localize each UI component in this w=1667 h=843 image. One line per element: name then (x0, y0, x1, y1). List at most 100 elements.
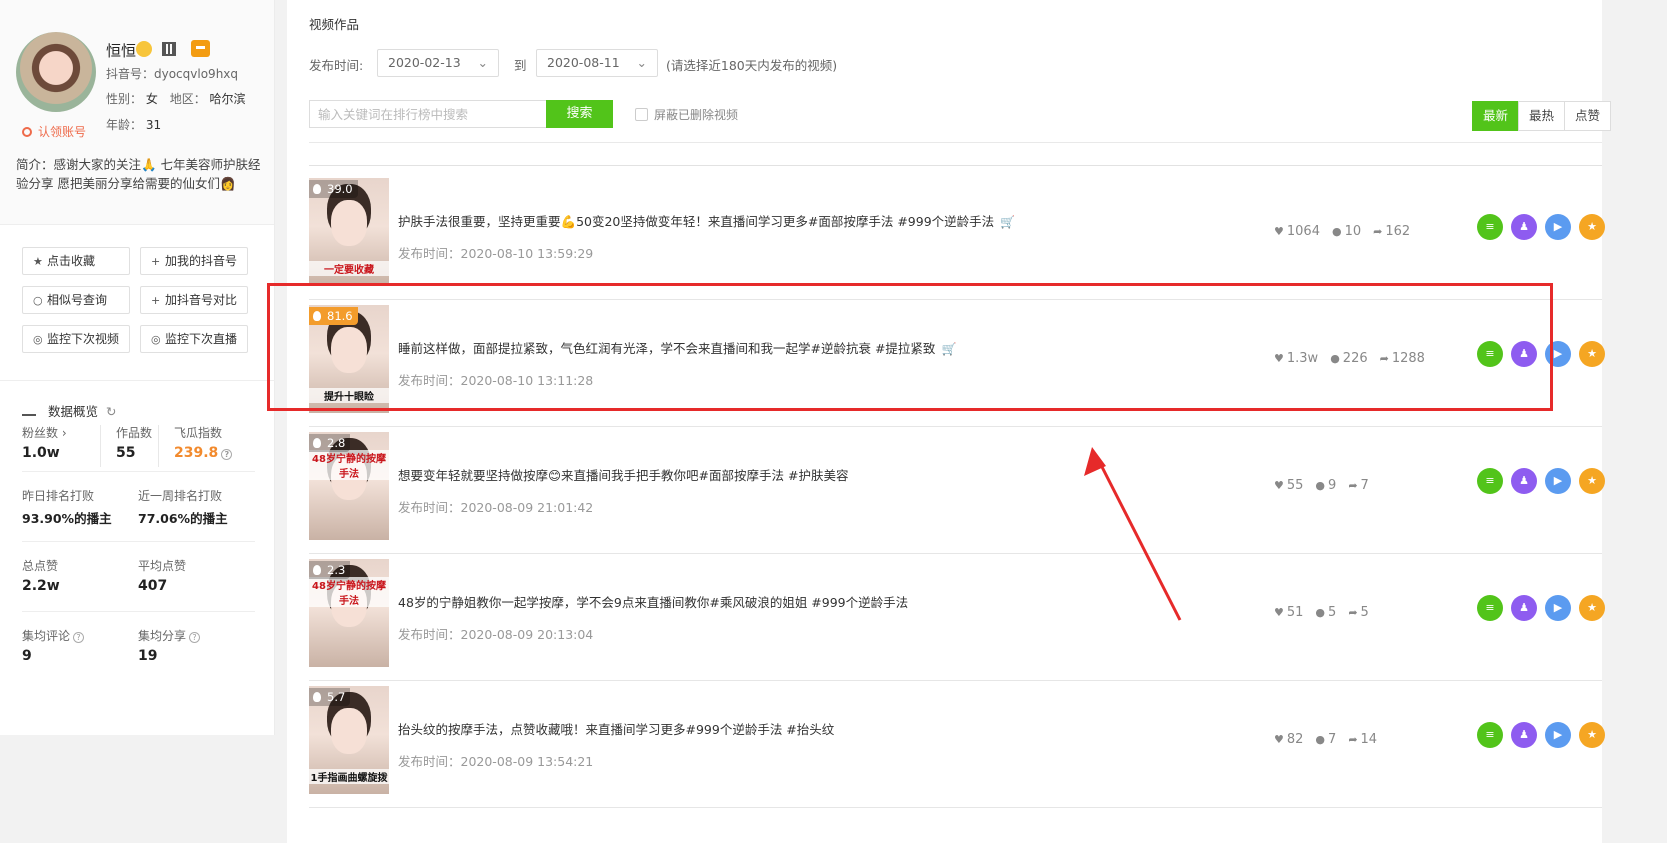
add-compare-button[interactable]: + 加抖音号对比 (140, 286, 248, 314)
similar-search-button[interactable]: ○ 相似号查询 (22, 286, 130, 314)
video-row[interactable]: 48岁宁静的按摩手法 2.8 想要变年轻就要坚持做按摩😊来直播间我手把手教你吧#面… (309, 420, 1605, 554)
bio: 简介：感谢大家的关注🙏 七年美容师护肤经验分享 愿把美丽分享给需要的仙女们👩 (16, 157, 261, 191)
search-button[interactable]: 搜索 (546, 100, 613, 128)
score-value: 2.3 (327, 563, 346, 577)
video-metrics: ♥ 1064 ● 10 ➦ 162 (1274, 224, 1422, 239)
play-icon[interactable]: ▶ (1545, 468, 1571, 494)
score-value: 5.7 (327, 690, 346, 704)
video-row[interactable]: 1手指画曲螺旋拨 5.7 抬头纹的按摩手法，点赞收藏哦！来直播间学习更多#999个… (309, 674, 1605, 808)
comments-value: 5 (1328, 605, 1337, 620)
video-title[interactable]: 48岁的宁静姐教你一起学按摩，学不会9点来直播间教你#乘风破浪的姐姐 #999个… (398, 592, 908, 611)
avg-comments-value: 9 (22, 648, 32, 664)
detail-icon[interactable]: ≡ (1477, 722, 1503, 748)
plus-icon: + (151, 255, 161, 268)
date-to-select[interactable]: 2020-08-11 ⌄ (536, 49, 658, 77)
hide-deleted-label: 屏蔽已删除视频 (654, 108, 739, 122)
video-row[interactable]: 一定要收藏 39.0 护肤手法很重要，坚持更重要💪50变20坚持做变年轻！来直播间… (309, 166, 1605, 300)
account-badge-icon[interactable] (191, 40, 210, 57)
play-icon[interactable]: ▶ (1545, 214, 1571, 240)
shares-metric: ➦ 7 (1348, 478, 1369, 493)
shares-value: 162 (1385, 224, 1411, 239)
audience-icon[interactable]: ♟ (1511, 595, 1537, 621)
star-icon[interactable]: ★ (1579, 468, 1605, 494)
chevron-right-icon: › (61, 426, 67, 440)
region-label: 地区： (169, 92, 206, 106)
star-icon[interactable]: ★ (1579, 722, 1605, 748)
total-likes-value: 2.2w (22, 578, 60, 594)
thumbnail-caption: 一定要收藏 (309, 261, 389, 276)
comment-icon: ● (1315, 606, 1326, 619)
flame-icon (313, 184, 321, 194)
thumbnail-image (331, 200, 367, 246)
plus-icon: + (151, 294, 161, 307)
monitor-live-button[interactable]: ◎ 监控下次直播 (140, 325, 248, 353)
claim-account-link[interactable]: 认领账号 (22, 123, 86, 140)
likes-value: 55 (1286, 478, 1304, 493)
audience-icon[interactable]: ♟ (1511, 214, 1537, 240)
star-icon[interactable]: ★ (1579, 595, 1605, 621)
video-title[interactable]: 抬头纹的按摩手法，点赞收藏哦！来直播间学习更多#999个逆龄手法 #抬头纹 (398, 719, 834, 738)
total-likes: 总点赞 2.2w (22, 557, 60, 594)
star-icon[interactable]: ★ (1579, 214, 1605, 240)
add-my-account-button[interactable]: + 加我的抖音号 (140, 247, 248, 275)
favorite-button[interactable]: ★ 点击收藏 (22, 247, 130, 275)
help-icon[interactable]: ? (189, 632, 201, 643)
play-icon[interactable]: ▶ (1545, 722, 1571, 748)
likes-value: 1064 (1286, 224, 1320, 239)
video-thumbnail[interactable]: 48岁宁静的按摩手法 2.3 (309, 559, 389, 667)
shares-metric: ➦ 162 (1373, 224, 1410, 239)
detail-icon[interactable]: ≡ (1477, 214, 1503, 240)
data-overview: 数据概览 ↻ 粉丝数 › 1.0w 作品数 55 飞瓜指数 239.8? 昨日排名打败 9… (0, 380, 275, 664)
sort-hottest-button[interactable]: 最热 (1518, 101, 1565, 131)
help-icon[interactable]: ? (73, 632, 85, 643)
video-metrics: ♥ 82 ● 7 ➦ 14 (1274, 732, 1389, 747)
fans-stat[interactable]: 粉丝数 › 1.0w (22, 424, 67, 461)
video-thumbnail[interactable]: 1手指画曲螺旋拨 5.7 (309, 686, 389, 794)
similar-search-label: 相似号查询 (47, 293, 108, 307)
avatar[interactable] (16, 32, 96, 112)
flame-icon (313, 438, 321, 448)
sort-latest-button[interactable]: 最新 (1472, 101, 1519, 131)
qr-code-icon[interactable] (162, 42, 176, 56)
shares-metric: ➦ 14 (1348, 732, 1377, 747)
date-from-value: 2020-02-13 (388, 55, 461, 70)
refresh-icon[interactable]: ↻ (106, 404, 116, 419)
avg-shares-label: 集均分享 (138, 629, 187, 643)
video-title[interactable]: 想要变年轻就要坚持做按摩😊来直播间我手把手教你吧#面部按摩手法 #护肤美容 (398, 465, 848, 484)
emoji-icon (136, 41, 152, 57)
video-title[interactable]: 护肤手法很重要，坚持更重要💪50变20坚持做变年轻！来直播间学习更多#面部按摩手… (398, 211, 1015, 230)
index-value: 239.8? (174, 445, 233, 461)
week-label: 近一周排名打败 (138, 489, 223, 503)
cart-icon[interactable]: 🛒 (1000, 215, 1015, 229)
search-input[interactable] (309, 100, 547, 128)
play-icon[interactable]: ▶ (1545, 595, 1571, 621)
monitor-video-button[interactable]: ◎ 监控下次视频 (22, 325, 130, 353)
age: 年龄： 31 (106, 116, 161, 133)
sort-tabs: 最新 最热 点赞 (1472, 101, 1611, 131)
video-title-text: 想要变年轻就要坚持做按摩😊来直播间我手把手教你吧#面部按摩手法 #护肤美容 (398, 468, 849, 483)
audience-icon[interactable]: ♟ (1511, 468, 1537, 494)
likes-value: 51 (1286, 605, 1304, 620)
chevron-down-icon: ⌄ (636, 55, 647, 70)
monitor-live-label: 监控下次直播 (165, 332, 238, 346)
avg-shares-value: 19 (138, 648, 158, 664)
checkbox-icon (635, 108, 648, 121)
divider (100, 425, 101, 467)
video-thumbnail[interactable]: 一定要收藏 39.0 (309, 178, 389, 286)
avg-likes-label: 平均点赞 (138, 559, 187, 573)
detail-icon[interactable]: ≡ (1477, 595, 1503, 621)
audience-icon[interactable]: ♟ (1511, 722, 1537, 748)
section-title: 视频作品 (309, 17, 360, 32)
comments-metric: ● 7 (1315, 732, 1336, 747)
video-thumbnail[interactable]: 48岁宁静的按摩手法 2.8 (309, 432, 389, 540)
detail-icon[interactable]: ≡ (1477, 468, 1503, 494)
video-row[interactable]: 48岁宁静的按摩手法 2.3 48岁的宁静姐教你一起学按摩，学不会9点来直播间教你… (309, 547, 1605, 681)
help-icon[interactable]: ? (221, 449, 233, 460)
hide-deleted-checkbox[interactable]: 屏蔽已删除视频 (635, 106, 738, 123)
shares-value: 14 (1360, 732, 1378, 747)
thumbnail-caption: 48岁宁静的按摩手法 (309, 577, 389, 607)
star-icon[interactable]: ★ (1579, 341, 1605, 367)
sort-likes-button[interactable]: 点赞 (1564, 101, 1611, 131)
date-from-select[interactable]: 2020-02-13 ⌄ (377, 49, 499, 77)
sidebar: 恒恒 抖音号：dyocqvlo9hxq 性别： 女 地区： 哈尔滨 认领账号 年… (0, 0, 275, 735)
